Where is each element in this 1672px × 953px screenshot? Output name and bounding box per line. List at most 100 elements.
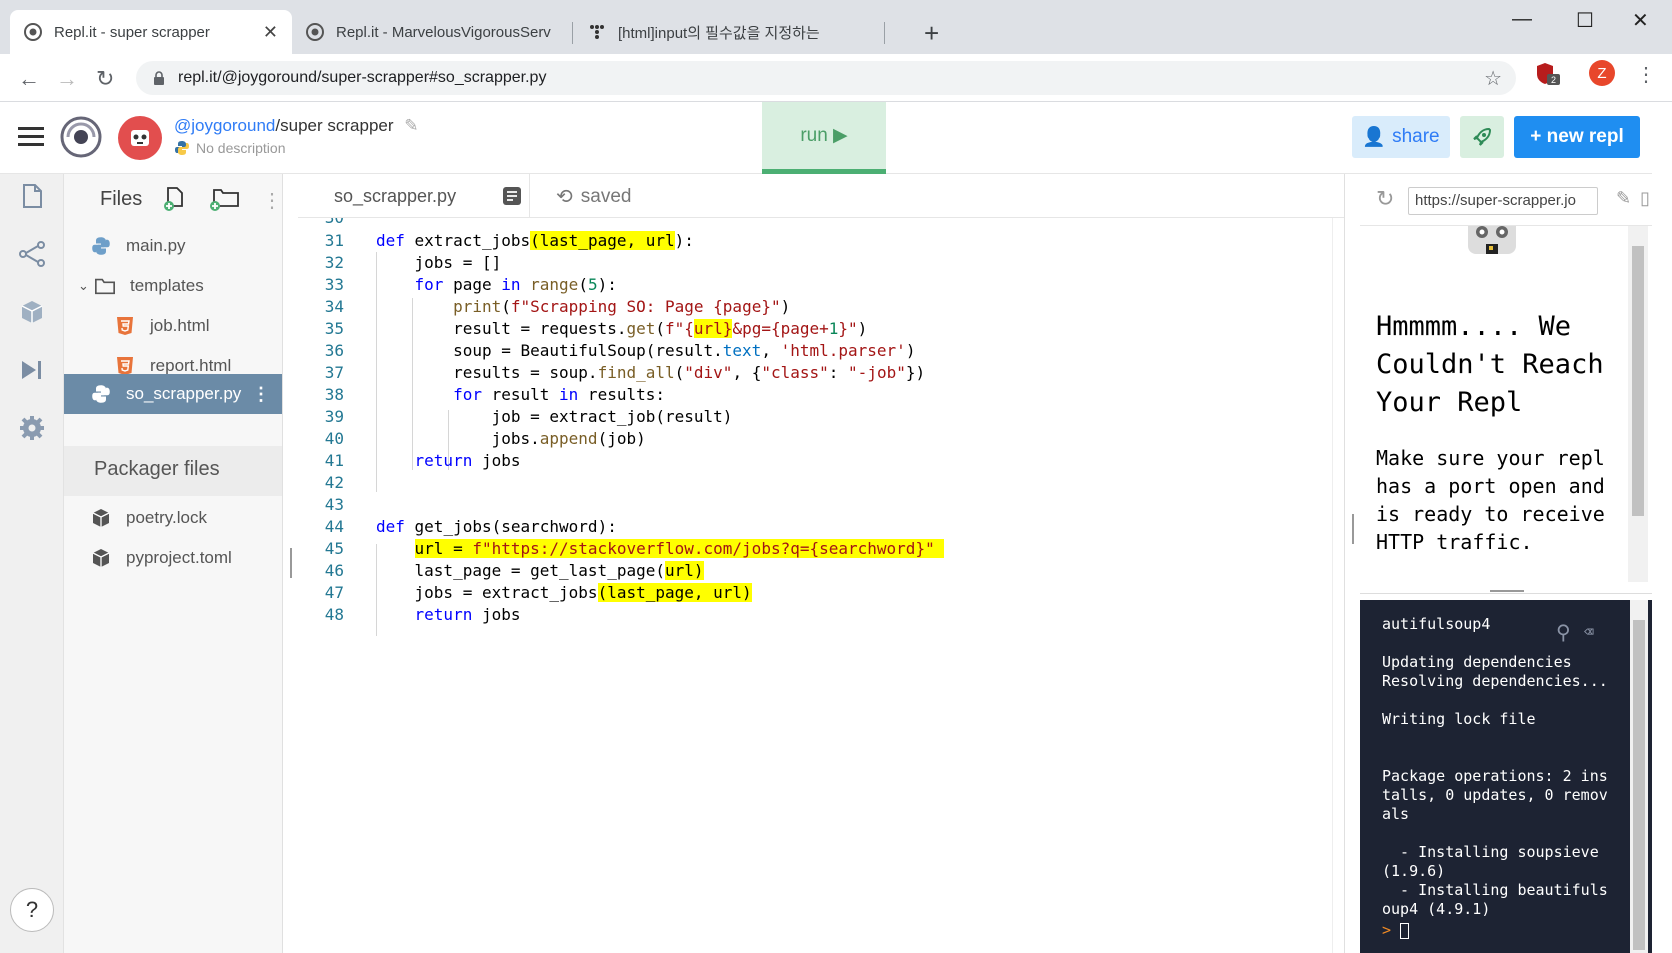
code-line: 43 (298, 493, 1330, 516)
packages-cube-icon[interactable] (18, 298, 46, 326)
console-line: als (1382, 805, 1410, 823)
browser-tab-title: Repl.it - MarvelousVigorousServ (336, 23, 551, 41)
hamburger-menu-icon[interactable] (18, 127, 44, 147)
pane-drag-handle[interactable] (1490, 590, 1524, 592)
clear-console-icon[interactable]: ⌫ (1584, 622, 1594, 642)
minimize-window-icon[interactable]: — (1512, 8, 1532, 31)
code-area[interactable]: 30 31 def extract_jobs(last_page, url): 3… (298, 218, 1330, 953)
line-code: jobs.append(job) (376, 429, 646, 448)
edit-pencil-icon[interactable]: ✎ (404, 116, 418, 135)
console-line: oup4 (4.9.1) (1382, 900, 1491, 918)
file-name: so_scrapper.py (126, 384, 242, 403)
refresh-icon[interactable]: ↻ (1376, 186, 1394, 212)
files-menu-icon[interactable]: ⋮ (262, 188, 282, 213)
ublock-extension-icon[interactable]: 2 (1535, 62, 1561, 86)
line-code: def extract_jobs(last_page, url): (376, 231, 694, 250)
file-item-pyproject-toml[interactable]: pyproject.toml (64, 538, 282, 578)
file-menu-icon[interactable]: ⋮ (252, 384, 270, 405)
panel-resizer[interactable] (282, 174, 298, 953)
line-number: 44 (324, 517, 344, 536)
replit-favicon-icon (306, 23, 324, 41)
console-panel[interactable]: ⚲ ⌫ autifulsoup4 Updating dependencies R… (1360, 600, 1652, 953)
web-preview-toolbar: ↻ https://super-scrapper.jo ✎ ▯ (1360, 174, 1652, 226)
line-number: 39 (324, 407, 344, 426)
forward-arrow-icon[interactable]: → (56, 66, 78, 92)
settings-gear-icon[interactable] (18, 414, 46, 442)
add-folder-icon[interactable] (208, 186, 242, 212)
files-icon[interactable] (18, 182, 46, 210)
close-tab-icon[interactable]: ✕ (263, 22, 278, 43)
web-preview-message: Make sure your repl has a port open and … (1376, 446, 1605, 554)
editor-tab-so-scrapper[interactable]: so_scrapper.py (298, 174, 530, 218)
file-item-poetry-lock[interactable]: poetry.lock (64, 498, 282, 538)
tab-separator (884, 22, 885, 44)
back-arrow-icon[interactable]: ← (18, 66, 40, 92)
line-code: soup = BeautifulSoup(result.text, 'html.… (376, 341, 916, 360)
maximize-window-icon[interactable]: ☐ (1576, 8, 1594, 33)
new-tab-plus-icon[interactable]: + (924, 18, 939, 49)
web-preview-scrollbar[interactable] (1628, 226, 1648, 582)
version-control-icon[interactable] (18, 240, 46, 268)
share-button[interactable]: 👤 share (1352, 116, 1450, 158)
repl-owner-link[interactable]: @joygoround (174, 116, 275, 135)
browser-tab[interactable]: Repl.it - MarvelousVigorousServ (292, 10, 570, 54)
browser-menu-icon[interactable]: ⋮ (1636, 62, 1656, 87)
console-prompt[interactable]: > (1382, 920, 1410, 940)
open-new-window-icon[interactable]: ▯ (1640, 188, 1650, 209)
line-code: jobs = [] (376, 253, 502, 272)
editor-scrollbar[interactable] (1332, 218, 1344, 953)
browser-tab-active[interactable]: Repl.it - super scrapper ✕ (10, 10, 292, 54)
reload-icon[interactable]: ↻ (96, 66, 114, 92)
line-code: def get_jobs(searchword): (376, 517, 617, 536)
run-button[interactable]: run ▶ (762, 102, 886, 174)
web-preview-panel: ↻ https://super-scrapper.jo ✎ ▯ Hmmmm...… (1360, 174, 1652, 594)
code-line: 46 last_page = get_last_page(url) (298, 559, 1330, 582)
new-repl-button[interactable]: + new repl (1514, 116, 1640, 158)
line-code: url = f"https://stackoverflow.com/jobs?q… (376, 537, 945, 560)
close-window-icon[interactable]: ✕ (1632, 8, 1649, 33)
file-item-so-scrapper-py[interactable]: so_scrapper.py ⋮ (64, 374, 282, 414)
file-item-main-py[interactable]: main.py (64, 226, 282, 266)
file-item-job-html[interactable]: job.html (64, 306, 282, 346)
code-editor-panel: so_scrapper.py ⟲ saved 30 31 def extract_… (298, 174, 1344, 953)
line-number: 36 (324, 341, 344, 360)
replit-logo-icon[interactable] (60, 116, 102, 158)
add-user-icon: 👤 (1362, 127, 1387, 148)
line-number: 41 (324, 451, 344, 470)
repl-description[interactable]: No description (174, 140, 286, 156)
chevron-down-icon[interactable]: ⌄ (78, 278, 90, 294)
browser-tab[interactable]: [html]input의 필수값을 지정하는 (574, 10, 884, 54)
line-number: 38 (324, 385, 344, 404)
repl-header: @joygoround/super scrapper ✎ No descript… (0, 102, 1652, 174)
address-url: repl.it/@joygoround/super-scrapper#so_sc… (178, 69, 547, 86)
edit-pencil-icon[interactable]: ✎ (1616, 188, 1631, 209)
help-button[interactable]: ? (10, 888, 54, 932)
line-number: 34 (324, 297, 344, 316)
sidebar-rail (0, 174, 64, 953)
panel-resizer[interactable] (1344, 174, 1360, 953)
user-avatar[interactable] (118, 116, 162, 160)
replit-favicon-icon (24, 23, 42, 41)
profile-avatar[interactable]: Z (1589, 60, 1615, 86)
web-preview-url[interactable]: https://super-scrapper.jo (1408, 187, 1598, 215)
format-code-icon[interactable] (502, 186, 522, 206)
line-number: 43 (324, 495, 344, 514)
browser-tab-title: [html]input의 필수값을 지정하는 (618, 24, 820, 42)
editor-tab-bar: so_scrapper.py ⟲ saved (298, 174, 1344, 218)
python-file-icon (90, 235, 112, 257)
folder-item-templates[interactable]: ⌄ templates (64, 266, 282, 306)
code-line: 40 jobs.append(job) (298, 427, 1330, 450)
console-scrollbar[interactable] (1630, 600, 1648, 953)
bookmark-star-icon[interactable]: ☆ (1484, 66, 1502, 91)
address-bar[interactable]: repl.it/@joygoround/super-scrapper#so_sc… (136, 61, 1516, 95)
line-code: for result in results: (453, 385, 665, 404)
repl-title[interactable]: @joygoround/super scrapper ✎ (174, 116, 419, 136)
deploy-rocket-button[interactable] (1460, 116, 1504, 158)
line-number: 32 (324, 253, 344, 272)
search-icon[interactable]: ⚲ (1556, 622, 1571, 642)
debugger-step-icon[interactable] (18, 356, 46, 384)
add-file-icon[interactable] (162, 186, 186, 212)
python-file-icon (90, 383, 112, 405)
code-line: 36 soup = BeautifulSoup(result.text, 'ht… (298, 339, 1330, 362)
console-cursor (1400, 922, 1410, 939)
